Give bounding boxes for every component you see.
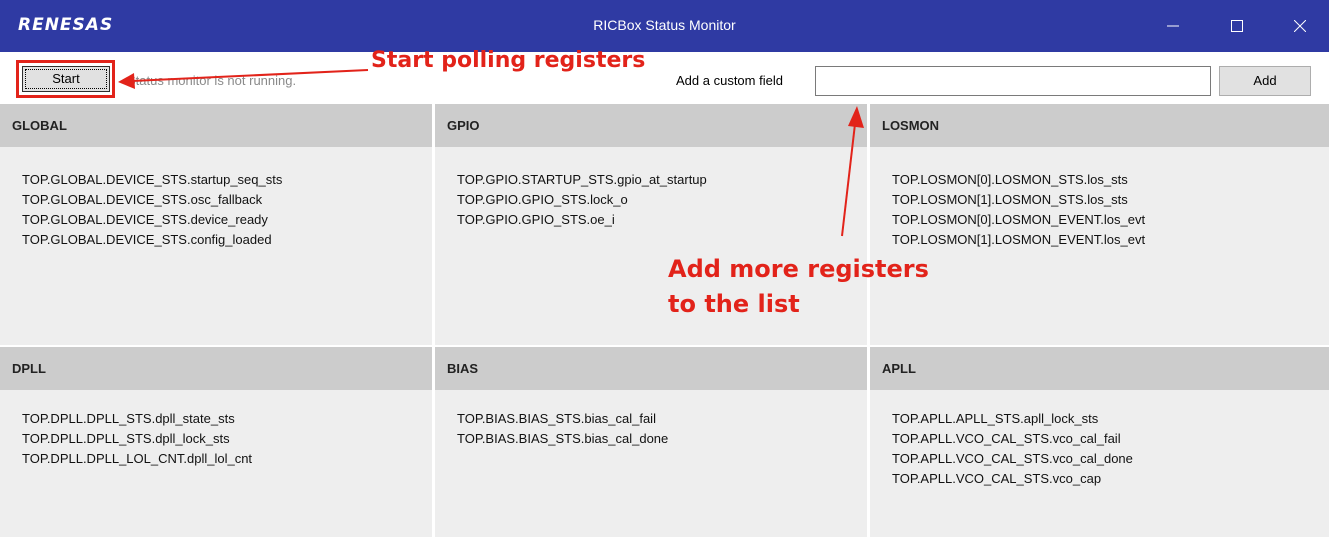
start-annotation: Start polling registers bbox=[371, 48, 646, 73]
field-item: TOP.DPLL.DPLL_STS.dpll_state_sts bbox=[22, 411, 235, 426]
panel-dpll: DPLL TOP.DPLL.DPLL_STS.dpll_state_sts TO… bbox=[0, 347, 432, 537]
field-item: TOP.GLOBAL.DEVICE_STS.osc_fallback bbox=[22, 192, 263, 207]
field-item: TOP.APLL.VCO_CAL_STS.vco_cal_done bbox=[892, 451, 1133, 466]
panel-bias: BIAS TOP.BIAS.BIAS_STS.bias_cal_fail TOP… bbox=[435, 347, 867, 537]
field-list: TOP.DPLL.DPLL_STS.dpll_state_sts TOP.DPL… bbox=[22, 409, 424, 469]
title-bar: RENESAS RICBox Status Monitor bbox=[0, 0, 1329, 52]
panel-header: GLOBAL bbox=[0, 104, 432, 147]
field-item: TOP.DPLL.DPLL_LOL_CNT.dpll_lol_cnt bbox=[22, 451, 253, 466]
field-item: TOP.APLL.APLL_STS.apll_lock_sts bbox=[892, 411, 1099, 426]
add-annotation-line2: to the list bbox=[668, 290, 800, 318]
field-item: TOP.LOSMON[1].LOSMON_EVENT.los_evt bbox=[892, 232, 1146, 247]
custom-field-input[interactable] bbox=[815, 66, 1211, 96]
panel-apll: APLL TOP.APLL.APLL_STS.apll_lock_sts TOP… bbox=[870, 347, 1329, 537]
field-item: TOP.APLL.VCO_CAL_STS.vco_cal_fail bbox=[892, 431, 1121, 446]
panel-gpio: GPIO TOP.GPIO.STARTUP_STS.gpio_at_startu… bbox=[435, 104, 867, 345]
close-icon[interactable] bbox=[1275, 0, 1325, 52]
custom-field-label: Add a custom field bbox=[676, 73, 783, 88]
field-item: TOP.BIAS.BIAS_STS.bias_cal_fail bbox=[457, 411, 656, 426]
panel-header: APLL bbox=[870, 347, 1329, 390]
add-annotation-line1: Add more registers bbox=[668, 255, 929, 283]
panel-global: GLOBAL TOP.GLOBAL.DEVICE_STS.startup_seq… bbox=[0, 104, 432, 345]
panel-header: BIAS bbox=[435, 347, 867, 390]
field-item: TOP.APLL.VCO_CAL_STS.vco_cap bbox=[892, 471, 1102, 486]
field-list: TOP.BIAS.BIAS_STS.bias_cal_fail TOP.BIAS… bbox=[457, 409, 859, 449]
maximize-icon[interactable] bbox=[1212, 0, 1262, 52]
add-button[interactable]: Add bbox=[1219, 66, 1311, 96]
field-item: TOP.LOSMON[1].LOSMON_STS.los_sts bbox=[892, 192, 1128, 207]
field-item: TOP.LOSMON[0].LOSMON_STS.los_sts bbox=[892, 172, 1128, 187]
start-button[interactable]: Start bbox=[22, 66, 110, 92]
panel-header: DPLL bbox=[0, 347, 432, 390]
field-item: TOP.GPIO.GPIO_STS.lock_o bbox=[457, 192, 628, 207]
field-item: TOP.GPIO.STARTUP_STS.gpio_at_startup bbox=[457, 172, 707, 187]
panel-header: GPIO bbox=[435, 104, 867, 147]
field-list: TOP.APLL.APLL_STS.apll_lock_sts TOP.APLL… bbox=[892, 409, 1321, 489]
field-item: TOP.LOSMON[0].LOSMON_EVENT.los_evt bbox=[892, 212, 1146, 227]
window-title: RICBox Status Monitor bbox=[593, 17, 736, 33]
field-list: TOP.LOSMON[0].LOSMON_STS.los_sts TOP.LOS… bbox=[892, 170, 1321, 250]
field-item: TOP.GLOBAL.DEVICE_STS.config_loaded bbox=[22, 232, 272, 247]
panel-header: LOSMON bbox=[870, 104, 1329, 147]
field-item: TOP.GPIO.GPIO_STS.oe_i bbox=[457, 212, 615, 227]
field-item: TOP.DPLL.DPLL_STS.dpll_lock_sts bbox=[22, 431, 230, 446]
minimize-icon[interactable] bbox=[1148, 0, 1198, 52]
field-item: TOP.BIAS.BIAS_STS.bias_cal_done bbox=[457, 431, 669, 446]
field-list: TOP.GPIO.STARTUP_STS.gpio_at_startup TOP… bbox=[457, 170, 859, 230]
status-text: Status monitor is not running. bbox=[127, 73, 297, 88]
panel-losmon: LOSMON TOP.LOSMON[0].LOSMON_STS.los_sts … bbox=[870, 104, 1329, 345]
field-item: TOP.GLOBAL.DEVICE_STS.startup_seq_sts bbox=[22, 172, 283, 187]
field-list: TOP.GLOBAL.DEVICE_STS.startup_seq_sts TO… bbox=[22, 170, 424, 250]
field-item: TOP.GLOBAL.DEVICE_STS.device_ready bbox=[22, 212, 268, 227]
